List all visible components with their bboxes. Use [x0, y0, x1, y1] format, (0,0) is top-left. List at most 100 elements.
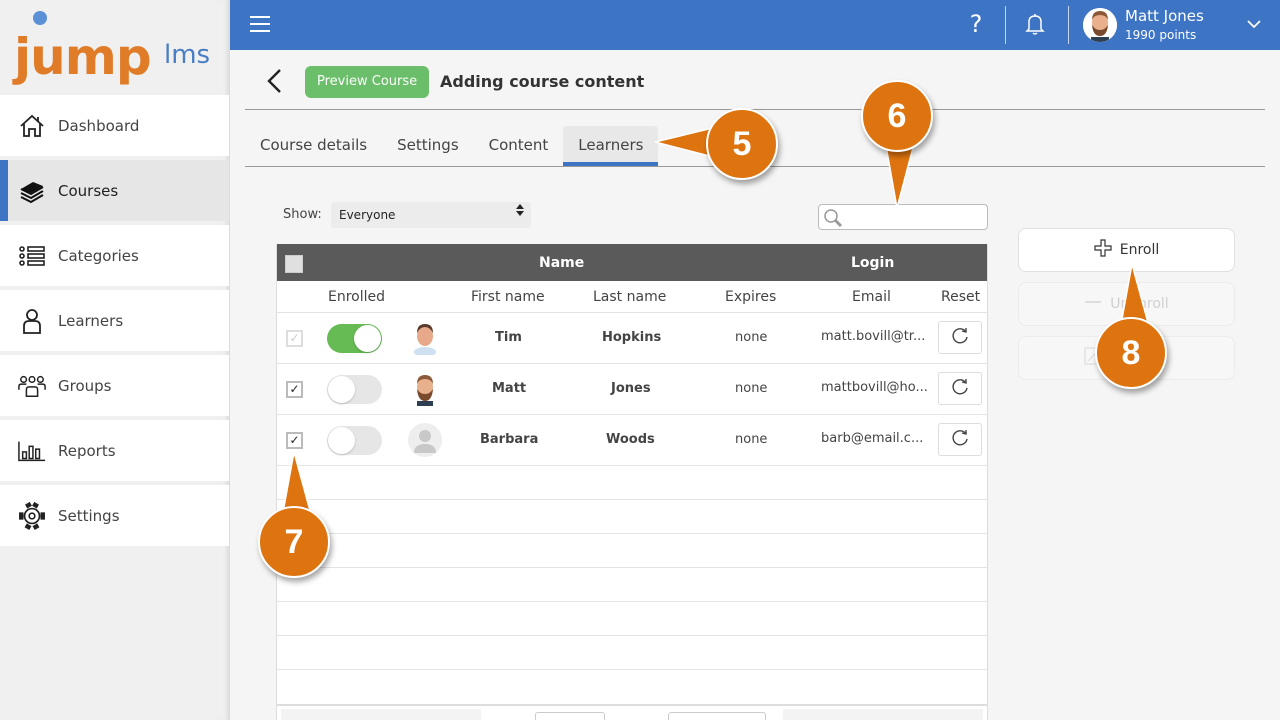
column-header-expires[interactable]: Expires — [725, 289, 776, 305]
email-cell: mattbovill@ho... — [821, 380, 928, 395]
bar-chart-icon — [18, 437, 46, 465]
logo-main-text: jump — [14, 28, 152, 86]
expires-cell: none — [735, 330, 768, 345]
callout-6: 6 — [861, 80, 933, 152]
sidebar-item-label: Categories — [58, 246, 139, 265]
table-row: ✓ Tim Hopkins none matt.bovill@tr... — [277, 313, 987, 364]
group-header-login: Login — [851, 255, 895, 271]
column-header-last-name[interactable]: Last name — [593, 289, 666, 305]
pagination-next[interactable] — [783, 709, 983, 720]
user-avatar[interactable] — [1083, 8, 1117, 42]
email-cell: matt.bovill@tr... — [821, 329, 926, 344]
plus-icon — [1094, 239, 1112, 261]
bell-icon[interactable] — [1025, 13, 1045, 39]
column-header-first-name[interactable]: First name — [471, 289, 545, 305]
chevron-down-icon[interactable] — [1246, 16, 1262, 36]
course-tabs: Course details Settings Content Learners — [245, 126, 659, 166]
column-header-email[interactable]: Email — [852, 289, 891, 305]
row-checkbox[interactable]: ✓ — [286, 330, 303, 347]
logo-suffix-text: lms — [164, 40, 211, 70]
page-input[interactable] — [535, 712, 605, 720]
preview-course-button[interactable]: Preview Course — [305, 66, 430, 98]
enrolled-toggle[interactable] — [327, 375, 382, 404]
select-arrows-icon — [515, 202, 525, 228]
show-filter-value: Everyone — [339, 208, 396, 222]
first-name-cell: Barbara — [480, 432, 539, 447]
reset-button[interactable] — [938, 372, 982, 405]
search-input[interactable] — [845, 207, 983, 227]
tab-learners[interactable]: Learners — [563, 126, 659, 166]
sidebar: jump lms Dashboard Courses Categories Le… — [0, 0, 230, 720]
tab-content[interactable]: Content — [474, 126, 564, 166]
show-filter-label: Show: — [283, 207, 322, 222]
empty-row — [277, 534, 987, 568]
last-name-cell: Jones — [611, 381, 651, 396]
top-bar: ? Matt Jones 1990 points — [230, 0, 1280, 50]
sidebar-item-reports[interactable]: Reports — [0, 420, 229, 481]
empty-row — [277, 500, 987, 534]
sidebar-item-settings[interactable]: Settings — [0, 485, 229, 546]
column-header-reset: Reset — [941, 289, 981, 305]
table-column-header: Enrolled First name Last name Expires Em… — [277, 281, 987, 313]
gear-icon — [18, 501, 46, 530]
search-icon — [823, 208, 843, 232]
books-icon — [18, 177, 46, 205]
divider — [1068, 6, 1069, 44]
sidebar-item-label: Settings — [58, 506, 120, 525]
expires-cell: none — [735, 381, 768, 396]
minus-icon — [1084, 293, 1102, 315]
divider — [1005, 6, 1006, 44]
empty-row — [277, 636, 987, 670]
empty-row — [277, 602, 987, 636]
first-name-cell: Matt — [492, 381, 527, 396]
last-name-cell: Woods — [606, 432, 655, 447]
jumplms-logo[interactable]: jump lms — [14, 10, 224, 90]
matt-avatar — [408, 372, 442, 406]
first-name-cell: Tim — [495, 330, 522, 345]
pagination-prev[interactable] — [281, 709, 481, 720]
enrolled-toggle[interactable] — [327, 324, 382, 353]
group-header-name: Name — [539, 255, 585, 271]
refresh-icon — [950, 326, 970, 350]
table-group-header: Name Login — [277, 244, 987, 281]
expires-cell: none — [735, 432, 768, 447]
last-name-cell: Hopkins — [602, 330, 662, 345]
sidebar-item-dashboard[interactable]: Dashboard — [0, 95, 229, 156]
sidebar-item-groups[interactable]: Groups — [0, 355, 229, 416]
column-header-enrolled[interactable]: Enrolled — [328, 289, 385, 305]
sidebar-item-categories[interactable]: Categories — [0, 225, 229, 286]
sidebar-item-courses[interactable]: Courses — [0, 160, 229, 221]
tim-avatar — [408, 321, 442, 357]
logo-dot — [33, 11, 47, 25]
page-size-select[interactable] — [668, 712, 766, 720]
callout-5: 5 — [706, 108, 778, 180]
sidebar-item-label: Learners — [58, 311, 124, 330]
default-avatar — [408, 423, 442, 457]
refresh-icon — [950, 428, 970, 452]
tab-course-details[interactable]: Course details — [245, 126, 382, 166]
hamburger-menu-icon[interactable] — [250, 16, 270, 34]
tab-settings[interactable]: Settings — [382, 126, 474, 166]
help-icon[interactable]: ? — [963, 10, 989, 38]
sidebar-item-label: Dashboard — [58, 116, 140, 135]
callout-8: 8 — [1095, 317, 1167, 389]
empty-row — [277, 670, 987, 704]
row-checkbox[interactable]: ✓ — [286, 381, 303, 398]
learners-table: Name Login Enrolled First name Last name… — [276, 244, 988, 720]
sidebar-nav: Dashboard Courses Categories Learners Gr… — [0, 95, 229, 550]
enroll-label: Enroll — [1119, 242, 1160, 258]
back-arrow-icon[interactable] — [265, 68, 285, 98]
select-all-checkbox[interactable] — [285, 255, 303, 273]
table-pagination — [277, 704, 987, 720]
show-filter-select[interactable]: Everyone — [331, 202, 531, 228]
reset-button[interactable] — [938, 321, 982, 354]
table-row: ✓ Barbara Woods none barb@email.c... — [277, 415, 987, 466]
table-row: ✓ Matt Jones none mattbovill@ho... — [277, 364, 987, 415]
enrolled-toggle[interactable] — [327, 426, 382, 455]
list-icon — [18, 242, 46, 270]
reset-button[interactable] — [938, 423, 982, 456]
row-checkbox[interactable]: ✓ — [286, 432, 303, 449]
sidebar-item-label: Courses — [58, 181, 119, 200]
house-icon — [18, 112, 46, 140]
sidebar-item-learners[interactable]: Learners — [0, 290, 229, 351]
